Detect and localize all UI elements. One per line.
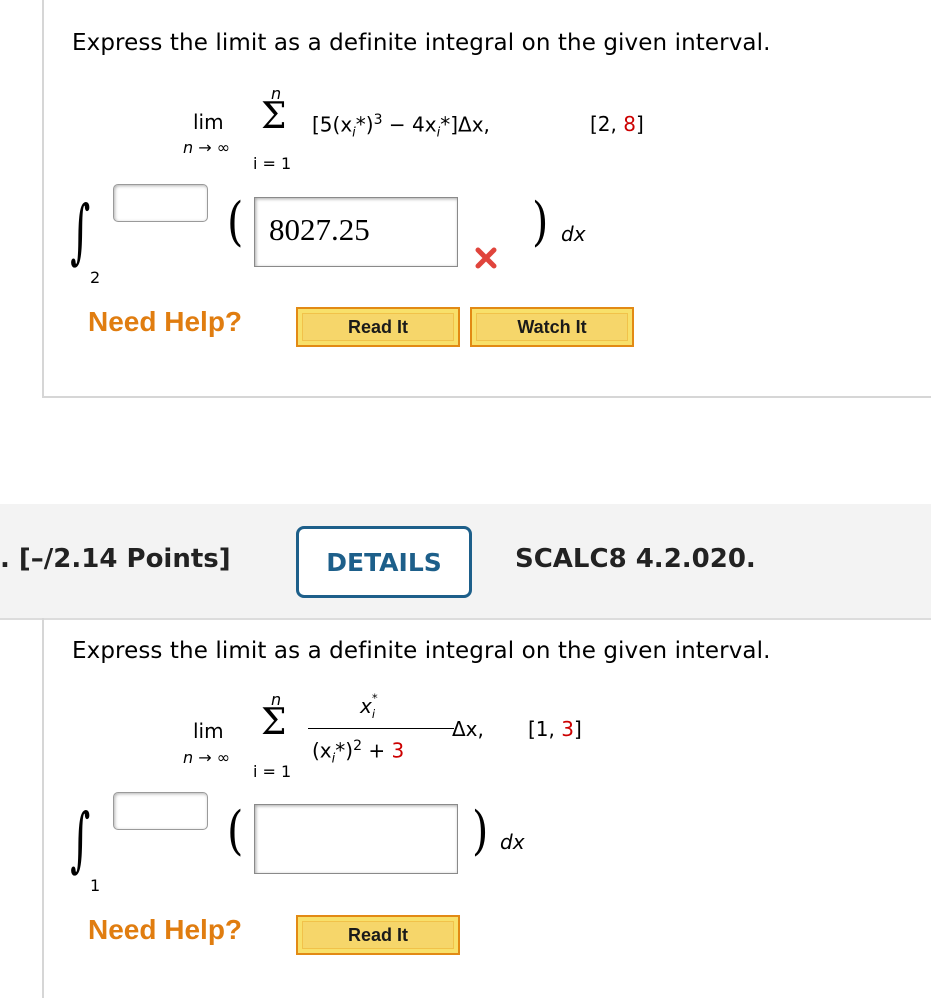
lim-label: lim — [193, 110, 224, 134]
problem-1-prompt: Express the limit as a definite integral… — [72, 30, 771, 56]
fraction-bar — [308, 728, 454, 729]
read-it-button-2[interactable]: Read It — [296, 915, 460, 955]
sum-lower: i = 1 — [253, 154, 292, 173]
problem-2-prompt: Express the limit as a definite integral… — [72, 638, 771, 664]
lim-label-2: lim — [193, 719, 224, 743]
lim-subscript-2: n → ∞ — [183, 748, 231, 767]
upper-limit-input-1[interactable] — [113, 184, 208, 222]
left-paren: ( — [227, 190, 244, 253]
summand-expression: [5(xi*)3 − 4xi*]Δx, — [312, 112, 490, 141]
right-paren-2: ) — [472, 799, 489, 862]
integrand-value-1: 8027.25 — [269, 212, 370, 247]
need-help-label-1: Need Help? — [88, 306, 243, 337]
x-mark-icon — [474, 246, 498, 270]
sigma-icon: Σ — [261, 96, 287, 137]
points-label: . [–/2.14 Points] — [0, 544, 231, 574]
sum-lower-2: i = 1 — [253, 762, 292, 781]
delta-x-2: Δx, — [452, 717, 484, 741]
dx-label-1: dx — [561, 222, 586, 246]
interval-1: [2, 8] — [590, 112, 644, 136]
lower-limit-2: 1 — [90, 876, 101, 895]
interval-2: [1, 3] — [528, 717, 582, 741]
upper-limit-input-2[interactable] — [113, 792, 208, 830]
integrand-input-1[interactable]: 8027.25 — [254, 197, 458, 267]
integrand-input-2[interactable] — [254, 804, 458, 874]
sigma-icon-2: Σ — [261, 702, 287, 743]
watch-it-button[interactable]: Watch It — [470, 307, 634, 347]
lim-subscript: n → ∞ — [183, 138, 231, 157]
problem-code: SCALC8 4.2.020. — [515, 544, 756, 574]
need-help-label-2: Need Help? — [88, 914, 243, 945]
dx-label-2: dx — [500, 830, 525, 854]
read-it-button-1[interactable]: Read It — [296, 307, 460, 347]
integral-sign-icon: ∫ — [70, 190, 91, 272]
right-paren: ) — [532, 190, 549, 253]
fraction-denominator: (xi*)2 + 3 — [312, 738, 405, 767]
details-button[interactable]: DETAILS — [296, 526, 472, 598]
fraction-numerator: x * i — [360, 691, 378, 721]
integral-sign-icon-2: ∫ — [70, 798, 91, 880]
lower-limit-1: 2 — [90, 268, 101, 287]
left-paren-2: ( — [227, 799, 244, 862]
